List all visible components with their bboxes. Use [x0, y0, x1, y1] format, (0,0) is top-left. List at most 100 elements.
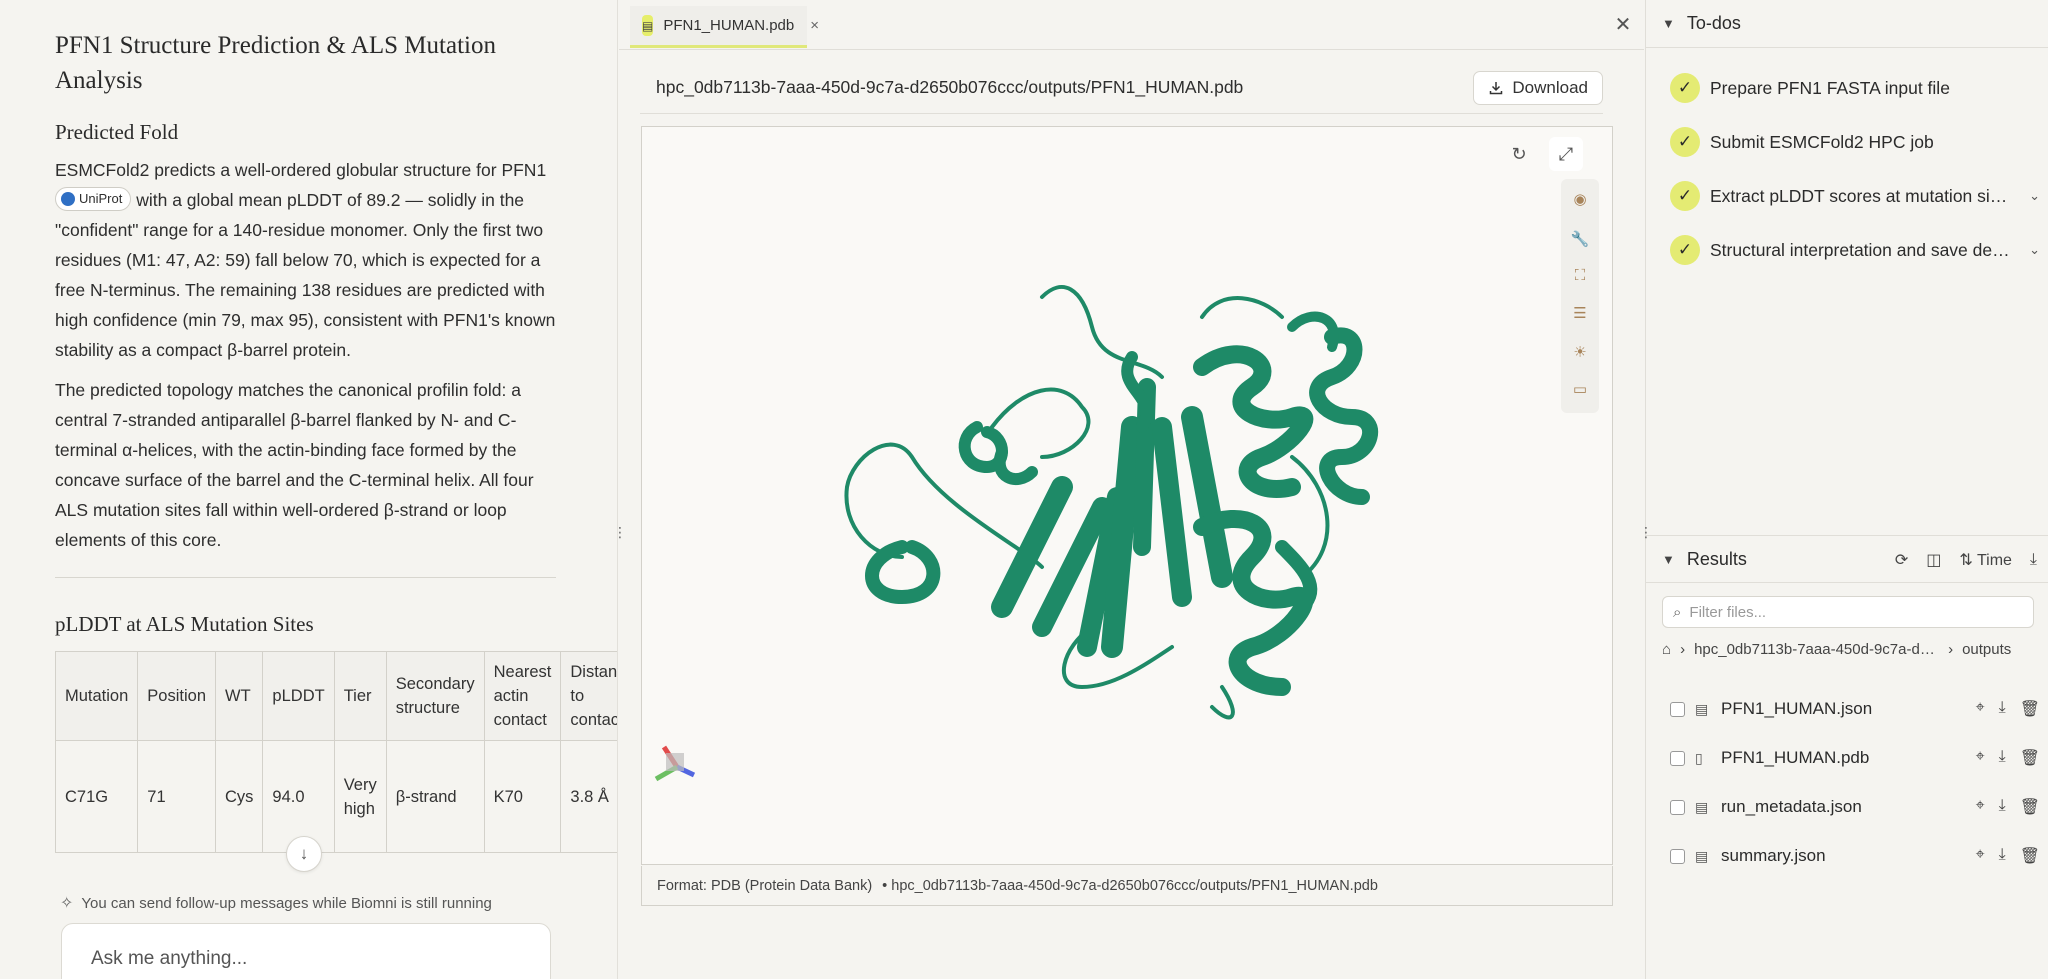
results-heading: Results	[1686, 548, 1747, 569]
locate-icon[interactable]: ⌖	[1976, 699, 1985, 719]
breadcrumb: ⌂ › hpc_0db7113b-7aaa-450d-9c7a-d2650b07…	[1662, 638, 2042, 660]
col-header: Position	[137, 651, 216, 741]
table-cell: C71G	[54, 740, 139, 853]
col-header: Mutation	[54, 651, 139, 741]
locate-icon[interactable]: ⌖	[1976, 797, 1985, 817]
download-all-icon[interactable]: ⤓	[2030, 551, 2037, 569]
download-label: Download	[1512, 77, 1588, 97]
json-file-icon: ▤	[1695, 700, 1709, 717]
filter-files-input[interactable]	[1689, 603, 2010, 621]
file-path-bar: hpc_0db7113b-7aaa-450d-9c7a-d2650b076ccc…	[640, 62, 1603, 114]
follow-up-hint-text: You can send follow-up messages while Bi…	[81, 894, 492, 912]
todo-item[interactable]: ✓ Prepare PFN1 FASTA input file	[1670, 71, 2040, 105]
file-row[interactable]: ▤ run_metadata.json ⌖ ⤓ 🗑	[1670, 791, 2040, 823]
paragraph-predicted-fold: ESMCFold2 predicts a well-ordered globul…	[55, 155, 556, 365]
table-cell: 71	[137, 740, 216, 853]
table-cell: Very high	[333, 740, 387, 853]
follow-up-hint: ✧ You can send follow-up messages while B…	[60, 893, 492, 913]
scroll-to-bottom-button[interactable]: ↓	[286, 836, 322, 872]
download-icon	[1490, 81, 1503, 94]
sparkle-icon: ✧	[60, 895, 74, 912]
uniprot-chip[interactable]: UniProt	[55, 187, 132, 212]
paragraph-text: ESMCFold2 predicts a well-ordered globul…	[55, 160, 547, 180]
paragraph-text: with a global mean pLDDT of 89.2 — solid…	[55, 190, 556, 360]
todo-label: Prepare PFN1 FASTA input file	[1710, 77, 1950, 98]
resize-handle-left[interactable]: ⋮	[613, 522, 627, 542]
table-cell: K70	[483, 740, 562, 853]
refresh-icon[interactable]: ⟳	[1895, 550, 1908, 570]
report-title: PFN1 Structure Prediction & ALS Mutation…	[55, 32, 496, 94]
breadcrumb-folder[interactable]: hpc_0db7113b-7aaa-450d-9c7a-d2650b076ccc	[1694, 641, 1939, 658]
download-icon[interactable]: ⤓	[1999, 748, 2006, 768]
todo-item[interactable]: ✓ Structural interpretation and save del…	[1670, 233, 2040, 267]
locate-icon[interactable]: ⌖	[1976, 846, 1985, 866]
table-header-row: Mutation Position WT pLDDT Tier Secondar…	[54, 651, 617, 741]
table-cell: Cys	[214, 740, 264, 853]
file-checkbox[interactable]	[1670, 701, 1685, 717]
table-cell: β-strand	[385, 740, 485, 853]
todos-header[interactable]: ▼ To-dos	[1646, 0, 2048, 48]
file-checkbox[interactable]	[1670, 799, 1685, 815]
locate-icon[interactable]: ⌖	[1976, 748, 1985, 768]
json-file-icon: ▤	[1695, 847, 1709, 864]
breadcrumb-separator: ›	[1680, 640, 1686, 658]
mutation-table: Mutation Position WT pLDDT Tier Secondar…	[54, 651, 617, 853]
close-icon: ✕	[1614, 13, 1632, 36]
axis-gizmo	[654, 745, 696, 782]
report-panel: PFN1 Structure Prediction & ALS Mutation…	[0, 0, 618, 979]
file-name: PFN1_HUMAN.json	[1721, 699, 1873, 718]
col-header: pLDDT	[262, 651, 335, 741]
sort-button[interactable]: ⇅ Time	[1959, 550, 2012, 570]
split-view-icon[interactable]: ◫	[1926, 550, 1941, 570]
check-icon: ✓	[1670, 73, 1700, 103]
uniprot-chip-label: UniProt	[79, 191, 123, 207]
table-cell: 3.8 Å	[560, 740, 617, 853]
json-file-icon: ▤	[1695, 798, 1709, 815]
structure-viewer[interactable]: ↻ ⤢ ◉ 🔧 ⛶ ☰ ☀ ▭	[641, 126, 1613, 865]
chevron-down-icon: ▼	[1662, 16, 1675, 31]
chevron-down-icon[interactable]: ⌄	[2029, 242, 2040, 258]
arrow-down-icon: ↓	[299, 844, 309, 863]
todo-item[interactable]: ✓ Submit ESMCFold2 HPC job	[1670, 125, 2040, 159]
trash-icon[interactable]: 🗑	[2020, 699, 2040, 719]
tab-bar: ▤ PFN1_HUMAN.pdb × ✕	[619, 0, 1644, 50]
tab-close-icon[interactable]: ×	[810, 17, 819, 34]
download-icon[interactable]: ⤓	[1999, 699, 2006, 719]
chevron-down-icon[interactable]: ⌄	[2029, 188, 2040, 204]
results-header[interactable]: ▼ Results ⟳ ◫ ⇅ Time ⤓	[1646, 535, 2048, 583]
file-row[interactable]: ▤ summary.json ⌖ ⤓ 🗑	[1670, 840, 2040, 872]
file-row[interactable]: ▤ PFN1_HUMAN.json ⌖ ⤓ 🗑	[1670, 693, 2040, 725]
search-icon: ⌕	[1673, 603, 1682, 621]
tab-label: PFN1_HUMAN.pdb	[663, 17, 795, 34]
sort-icon: ⇅	[1959, 552, 1973, 569]
resize-handle-right[interactable]: ⋮	[1639, 522, 1653, 542]
breadcrumb-separator: ›	[1948, 640, 1954, 658]
paragraph-topology: The predicted topology matches the canon…	[55, 380, 534, 550]
chevron-down-icon: ▼	[1662, 551, 1675, 567]
check-icon: ✓	[1670, 127, 1700, 157]
breadcrumb-current[interactable]: outputs	[1962, 641, 2011, 658]
file-checkbox[interactable]	[1670, 750, 1685, 766]
chat-input[interactable]: Ask me anything...	[61, 923, 551, 979]
download-icon[interactable]: ⤓	[1999, 797, 2006, 817]
uniprot-icon	[61, 192, 75, 207]
col-header: Secondary structure	[385, 651, 485, 741]
file-row[interactable]: ▯ PFN1_HUMAN.pdb ⌖ ⤓ 🗑	[1670, 742, 2040, 774]
todo-item[interactable]: ✓ Extract pLDDT scores at mutation sites…	[1670, 179, 2040, 213]
col-header: WT	[214, 651, 264, 741]
file-icon: ▤	[642, 15, 654, 36]
protein-structure-render	[654, 285, 1378, 782]
check-icon: ✓	[1670, 181, 1700, 211]
file-checkbox[interactable]	[1670, 848, 1685, 864]
trash-icon[interactable]: 🗑	[2020, 748, 2040, 768]
home-icon[interactable]: ⌂	[1662, 641, 1671, 658]
download-icon[interactable]: ⤓	[1999, 846, 2006, 866]
download-button[interactable]: Download	[1473, 70, 1603, 105]
file-name: PFN1_HUMAN.pdb	[1721, 748, 1870, 767]
todo-label: Submit ESMCFold2 HPC job	[1710, 131, 1934, 152]
trash-icon[interactable]: 🗑	[2020, 846, 2040, 866]
close-panel-button[interactable]: ✕	[1611, 12, 1635, 36]
tab-pfn1-pdb[interactable]: ▤ PFN1_HUMAN.pdb ×	[630, 6, 819, 48]
sort-label: Time	[1976, 552, 2012, 569]
trash-icon[interactable]: 🗑	[2020, 797, 2040, 817]
